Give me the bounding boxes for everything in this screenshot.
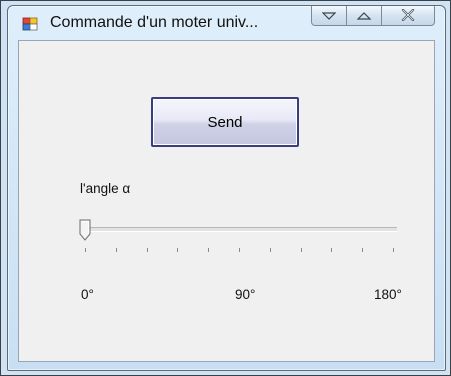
slider-tick xyxy=(393,248,394,252)
minimize-icon xyxy=(321,6,337,25)
title-bar[interactable]: Commande d'un moter univ... xyxy=(8,6,445,40)
maximize-icon xyxy=(356,6,372,25)
angle-label: l'angle α xyxy=(80,181,131,196)
slider-tick xyxy=(208,248,210,252)
slider-thumb[interactable] xyxy=(79,219,91,241)
app-icon[interactable] xyxy=(22,16,38,32)
tick-label-mid: 90° xyxy=(235,287,256,302)
slider-track[interactable] xyxy=(82,227,397,232)
slider-tick xyxy=(300,248,302,252)
slider-tick xyxy=(362,248,364,252)
maximize-button[interactable] xyxy=(347,6,382,26)
slider-tick xyxy=(85,248,86,252)
app-window: Commande d'un moter univ... Send l'angle… xyxy=(7,5,446,371)
slider-ticks xyxy=(79,248,399,252)
slider-tick xyxy=(146,248,148,252)
slider-tick xyxy=(115,248,117,252)
slider-tick xyxy=(331,248,333,252)
angle-slider[interactable] xyxy=(79,219,399,253)
slider-tick xyxy=(239,248,240,252)
close-icon xyxy=(400,6,416,25)
caption-buttons xyxy=(311,6,435,27)
send-button[interactable]: Send xyxy=(151,97,299,147)
window-title: Commande d'un moter univ... xyxy=(50,14,259,31)
close-button[interactable] xyxy=(382,6,435,26)
slider-tick xyxy=(269,248,271,252)
form-client-area: Send l'angle α 0° 90° 180° xyxy=(18,40,435,362)
minimize-button[interactable] xyxy=(311,6,347,26)
slider-tick xyxy=(177,248,179,252)
tick-label-max: 180° xyxy=(374,287,402,302)
tick-label-min: 0° xyxy=(81,287,94,302)
screenshot-frame: Commande d'un moter univ... Send l'angle… xyxy=(0,0,451,376)
